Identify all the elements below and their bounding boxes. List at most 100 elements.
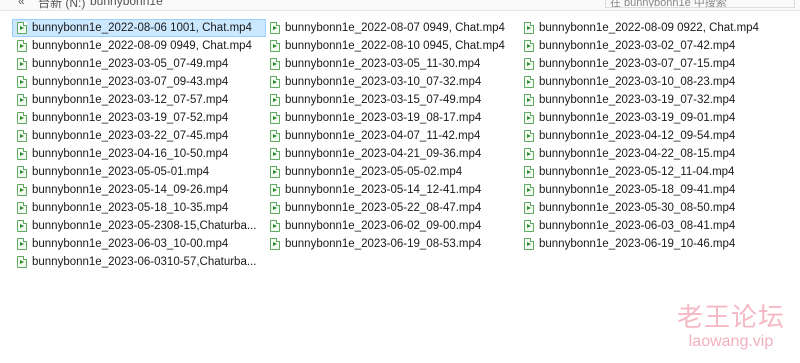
file-item[interactable]: bunnybonn1e_2023-05-05-02.mp4 — [265, 163, 519, 181]
file-item[interactable]: bunnybonn1e_2023-04-16_10-50.mp4 — [12, 145, 266, 163]
file-name: bunnybonn1e_2023-04-12_09-54.mp4 — [539, 130, 736, 142]
video-file-icon — [17, 256, 27, 268]
file-name: bunnybonn1e_2023-03-15_07-49.mp4 — [285, 94, 482, 106]
file-name: bunnybonn1e_2023-05-14_09-26.mp4 — [32, 184, 229, 196]
video-file-icon — [524, 130, 534, 142]
file-item[interactable]: bunnybonn1e_2023-03-05_07-49.mp4 — [12, 55, 266, 73]
file-name: bunnybonn1e_2023-06-03_08-41.mp4 — [539, 220, 736, 232]
file-item[interactable]: bunnybonn1e_2023-03-12_07-57.mp4 — [12, 91, 266, 109]
file-item[interactable]: bunnybonn1e_2023-04-07_11-42.mp4 — [265, 127, 519, 145]
watermark: 老王论坛 laowang.vip — [676, 303, 786, 351]
video-file-icon — [17, 184, 27, 196]
file-name: bunnybonn1e_2023-03-10_07-32.mp4 — [285, 76, 482, 88]
video-file-icon — [270, 148, 280, 160]
breadcrumb-overflow[interactable]: « — [18, 0, 25, 8]
file-item[interactable]: bunnybonn1e_2023-05-22_08-47.mp4 — [265, 199, 519, 217]
file-item[interactable]: bunnybonn1e_2023-03-19_07-52.mp4 — [12, 109, 266, 127]
file-name: bunnybonn1e_2023-06-03_10-00.mp4 — [32, 238, 229, 250]
breadcrumb-folder[interactable]: bunnybonn1e — [90, 0, 163, 8]
file-name: bunnybonn1e_2023-03-07_09-43.mp4 — [32, 76, 229, 88]
video-file-icon — [17, 166, 27, 178]
file-name: bunnybonn1e_2022-08-09 0949, Chat.mp4 — [32, 40, 252, 52]
file-item[interactable]: bunnybonn1e_2023-05-12_11-04.mp4 — [519, 163, 773, 181]
video-file-icon — [270, 40, 280, 52]
file-item[interactable]: bunnybonn1e_2023-06-19_08-53.mp4 — [265, 235, 519, 253]
video-file-icon — [524, 112, 534, 124]
video-file-icon — [270, 166, 280, 178]
file-item[interactable]: bunnybonn1e_2023-05-18_09-41.mp4 — [519, 181, 773, 199]
file-item[interactable]: bunnybonn1e_2022-08-07 0949, Chat.mp4 — [265, 19, 519, 37]
file-name: bunnybonn1e_2023-03-19_07-32.mp4 — [539, 94, 736, 106]
video-file-icon — [524, 94, 534, 106]
file-name: bunnybonn1e_2023-06-19_08-53.mp4 — [285, 238, 482, 250]
video-file-icon — [17, 220, 27, 232]
file-item[interactable]: bunnybonn1e_2022-08-10 0945, Chat.mp4 — [265, 37, 519, 55]
file-name: bunnybonn1e_2023-05-05-01.mp4 — [32, 166, 210, 178]
file-name: bunnybonn1e_2023-05-30_08-50.mp4 — [539, 202, 736, 214]
file-name: bunnybonn1e_2023-05-2308-15,Chaturba... — [32, 220, 257, 232]
file-item[interactable]: bunnybonn1e_2022-08-09 0949, Chat.mp4 — [12, 37, 266, 55]
file-item[interactable]: bunnybonn1e_2023-06-03_10-00.mp4 — [12, 235, 266, 253]
breadcrumb-drive[interactable]: 台新 (N:) — [38, 0, 85, 10]
file-item[interactable]: bunnybonn1e_2023-03-22_07-45.mp4 — [12, 127, 266, 145]
video-file-icon — [17, 238, 27, 250]
video-file-icon — [270, 220, 280, 232]
video-file-icon — [17, 22, 27, 34]
file-item[interactable]: bunnybonn1e_2023-03-19_09-01.mp4 — [519, 109, 773, 127]
video-file-icon — [270, 184, 280, 196]
file-name: bunnybonn1e_2023-04-07_11-42.mp4 — [285, 130, 481, 142]
video-file-icon — [524, 220, 534, 232]
video-file-icon — [524, 22, 534, 34]
file-name: bunnybonn1e_2023-03-19_09-01.mp4 — [539, 112, 736, 124]
file-name: bunnybonn1e_2023-03-10_08-23.mp4 — [539, 76, 736, 88]
file-item[interactable]: bunnybonn1e_2023-05-30_08-50.mp4 — [519, 199, 773, 217]
file-name: bunnybonn1e_2023-03-02_07-42.mp4 — [539, 40, 736, 52]
file-item[interactable]: bunnybonn1e_2022-08-06 1001, Chat.mp4 — [12, 19, 266, 37]
file-item[interactable]: bunnybonn1e_2023-05-2308-15,Chaturba... — [12, 217, 266, 235]
file-name: bunnybonn1e_2023-05-05-02.mp4 — [285, 166, 463, 178]
file-item[interactable]: bunnybonn1e_2023-05-14_09-26.mp4 — [12, 181, 266, 199]
file-name: bunnybonn1e_2023-03-22_07-45.mp4 — [32, 130, 229, 142]
file-item[interactable]: bunnybonn1e_2023-06-19_10-46.mp4 — [519, 235, 773, 253]
file-name: bunnybonn1e_2023-03-19_07-52.mp4 — [32, 112, 229, 124]
file-item[interactable]: bunnybonn1e_2023-03-10_07-32.mp4 — [265, 73, 519, 91]
file-item[interactable]: bunnybonn1e_2023-06-03_08-41.mp4 — [519, 217, 773, 235]
file-item[interactable]: bunnybonn1e_2023-03-19_08-17.mp4 — [265, 109, 519, 127]
video-file-icon — [524, 238, 534, 250]
file-item[interactable]: bunnybonn1e_2023-03-15_07-49.mp4 — [265, 91, 519, 109]
watermark-title: 老王论坛 — [676, 303, 785, 333]
file-item[interactable]: bunnybonn1e_2023-06-0310-57,Chaturba... — [12, 253, 266, 271]
file-name: bunnybonn1e_2023-03-05_07-49.mp4 — [32, 58, 229, 70]
file-name: bunnybonn1e_2023-04-21_09-36.mp4 — [285, 148, 482, 160]
file-name: bunnybonn1e_2023-03-19_08-17.mp4 — [285, 112, 482, 124]
video-file-icon — [17, 94, 27, 106]
search-input[interactable]: 在 bunnybonn1e 中搜索 — [605, 0, 795, 8]
file-column: bunnybonn1e_2022-08-06 1001, Chat.mp4 bun… — [12, 19, 266, 271]
file-item[interactable]: bunnybonn1e_2023-05-18_10-35.mp4 — [12, 199, 266, 217]
file-item[interactable]: bunnybonn1e_2023-04-21_09-36.mp4 — [265, 145, 519, 163]
file-item[interactable]: bunnybonn1e_2023-03-07_07-15.mp4 — [519, 55, 773, 73]
file-name: bunnybonn1e_2023-05-14_12-41.mp4 — [285, 184, 482, 196]
file-item[interactable]: bunnybonn1e_2023-03-07_09-43.mp4 — [12, 73, 266, 91]
file-item[interactable]: bunnybonn1e_2023-03-19_07-32.mp4 — [519, 91, 773, 109]
file-item[interactable]: bunnybonn1e_2023-03-02_07-42.mp4 — [519, 37, 773, 55]
video-file-icon — [524, 202, 534, 214]
file-item[interactable]: bunnybonn1e_2023-04-12_09-54.mp4 — [519, 127, 773, 145]
file-item[interactable]: bunnybonn1e_2023-05-14_12-41.mp4 — [265, 181, 519, 199]
file-item[interactable]: bunnybonn1e_2022-08-09 0922, Chat.mp4 — [519, 19, 773, 37]
file-item[interactable]: bunnybonn1e_2023-05-05-01.mp4 — [12, 163, 266, 181]
address-bar: « 台新 (N:) bunnybonn1e 在 bunnybonn1e 中搜索 — [0, 0, 800, 11]
video-file-icon — [524, 148, 534, 160]
file-item[interactable]: bunnybonn1e_2023-06-02_09-00.mp4 — [265, 217, 519, 235]
file-item[interactable]: bunnybonn1e_2023-03-05_11-30.mp4 — [265, 55, 519, 73]
video-file-icon — [270, 22, 280, 34]
file-item[interactable]: bunnybonn1e_2023-03-10_08-23.mp4 — [519, 73, 773, 91]
file-name: bunnybonn1e_2023-05-18_10-35.mp4 — [32, 202, 229, 214]
video-file-icon — [17, 58, 27, 70]
file-name: bunnybonn1e_2022-08-10 0945, Chat.mp4 — [285, 40, 505, 52]
file-name: bunnybonn1e_2023-04-22_08-15.mp4 — [539, 148, 736, 160]
file-name: bunnybonn1e_2023-05-12_11-04.mp4 — [539, 166, 735, 178]
file-item[interactable]: bunnybonn1e_2023-04-22_08-15.mp4 — [519, 145, 773, 163]
video-file-icon — [270, 58, 280, 70]
file-name: bunnybonn1e_2023-03-12_07-57.mp4 — [32, 94, 229, 106]
